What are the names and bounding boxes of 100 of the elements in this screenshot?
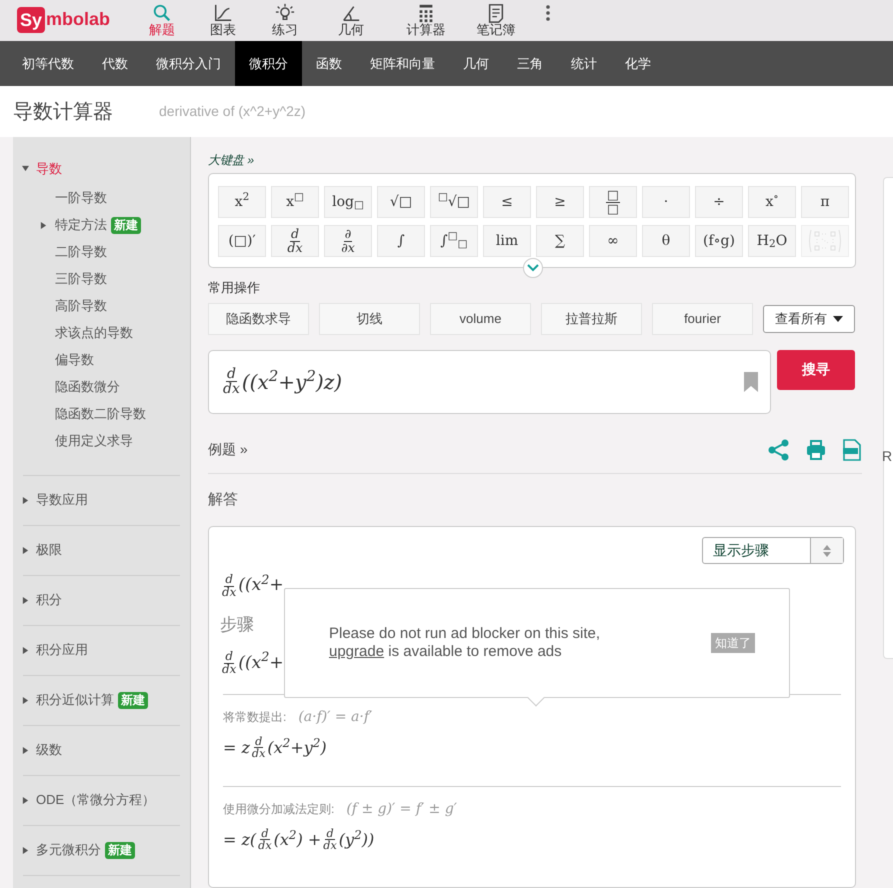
subject-tab[interactable]: 微积分 — [235, 41, 302, 86]
subject-tab[interactable]: 统计 — [557, 41, 611, 86]
subject-tab[interactable]: 函数 — [302, 41, 356, 86]
keyboard-key[interactable]: x$^{∘}$ — [748, 186, 796, 218]
keyboard-key[interactable]: ≥ — [536, 186, 584, 218]
keyboard-key[interactable]: ∑ — [536, 225, 584, 257]
pdf-file-icon[interactable] — [842, 438, 862, 460]
keyboard-key[interactable]: (□)′ — [218, 225, 266, 257]
panel-text: R — [882, 447, 892, 466]
keyboard-key[interactable]: (f∘g) — [695, 225, 743, 257]
lightbulb-icon — [275, 3, 296, 23]
keyboard-key[interactable]: θ — [642, 225, 690, 257]
sidebar-item[interactable]: 导数应用 — [36, 490, 88, 510]
nav-tab[interactable]: 练习 — [254, 2, 316, 41]
keyboard-key[interactable]: ∫ — [377, 225, 425, 257]
subject-tab[interactable]: 微积分入门 — [142, 41, 235, 86]
new-badge: 新建 — [105, 842, 135, 858]
keyboard-key[interactable]: ∂ ∂x — [324, 225, 372, 257]
steps-title: 步骤 — [220, 614, 254, 636]
sidebar-subitem[interactable]: 一阶导数 — [55, 188, 107, 208]
nav-tab[interactable]: 几何 — [316, 2, 386, 41]
print-icon[interactable] — [806, 440, 826, 460]
keyboard-key[interactable]: x$^{2}$ — [218, 186, 266, 218]
collapse-chevron-icon[interactable] — [523, 258, 543, 278]
popup-message: Please do not run ad blocker on this site, upgrade is available to remove ads — [329, 625, 600, 661]
sidebar-item[interactable]: ODE（常微分方程） — [36, 790, 156, 810]
subject-tab[interactable]: 矩阵和向量 — [356, 41, 449, 86]
operation-button[interactable]: 拉普拉斯 — [541, 302, 642, 334]
keyboard-key[interactable]: H$_{2}$O — [748, 225, 796, 257]
chart-icon — [213, 3, 234, 23]
sidebar-subitem[interactable]: 三阶导数 — [55, 269, 107, 289]
dropdown-caret-icon — [833, 316, 843, 322]
keyboard-key[interactable]: √□ — [377, 186, 425, 218]
more-menu-icon[interactable] — [546, 5, 550, 21]
sidebar-subitem[interactable]: 隐函数微分 — [55, 377, 120, 397]
sidebar-item[interactable]: 积分应用 — [36, 640, 88, 660]
sidebar-item[interactable]: 积分 — [36, 590, 62, 610]
expand-triangle-icon[interactable] — [22, 846, 29, 854]
page-title: 导数计算器 — [13, 100, 113, 124]
operation-button[interactable]: 切线 — [319, 302, 420, 334]
new-badge: 新建 — [111, 216, 141, 234]
subject-tab[interactable]: 初等代数 — [8, 41, 88, 86]
section-label: 常用操作 — [208, 279, 261, 297]
operation-button[interactable]: volume — [430, 302, 531, 334]
view-all-dropdown[interactable]: 查看所有 — [763, 304, 855, 332]
sidebar-item[interactable]: 多元微积分 — [36, 840, 101, 860]
examples-link[interactable]: 例题 » — [208, 439, 248, 460]
expand-triangle-icon[interactable] — [22, 746, 29, 754]
rule-formula: (f ± g)′ = f′ ± g′ — [346, 800, 457, 818]
sidebar-subitem[interactable]: 使用定义求导 — [55, 431, 133, 451]
sidebar-item[interactable]: 积分近似计算 — [36, 690, 114, 710]
nav-tab[interactable]: 图表 — [192, 2, 254, 41]
keyboard-link[interactable]: 大键盘 » — [208, 151, 856, 169]
sidebar-subitem[interactable]: 求该点的导数 — [55, 323, 133, 343]
keyboard-key[interactable]: · — [642, 186, 690, 218]
keyboard-key[interactable]: π — [801, 186, 849, 218]
rule-formula: (a·f)′ = a·f′ — [298, 708, 372, 726]
operation-button[interactable]: fourier — [652, 302, 753, 334]
expand-triangle-icon[interactable] — [22, 696, 29, 704]
operation-button[interactable]: 隐函数求导 — [208, 302, 309, 334]
keyboard-key[interactable]: □ □ — [589, 186, 637, 218]
sidebar-item[interactable]: 导数 — [36, 159, 62, 178]
sidebar-subitem[interactable]: 特定方法 — [55, 215, 107, 235]
symbolab-logo[interactable]: Sy mbolab — [17, 6, 110, 33]
upgrade-link[interactable]: upgrade — [329, 643, 384, 660]
query-text: derivative of (x^2+y^2z) — [159, 102, 306, 121]
sidebar-subitem[interactable]: 二阶导数 — [55, 242, 107, 262]
new-badge: 新建 — [118, 692, 148, 708]
keyboard-key[interactable]: ÷ — [695, 186, 743, 218]
expand-triangle-icon[interactable] — [22, 496, 29, 504]
sort-arrows-icon — [810, 538, 843, 563]
keyboard-key[interactable]: lim — [483, 225, 531, 257]
sidebar-item[interactable]: 级数 — [36, 740, 62, 760]
search-button[interactable]: 搜寻 — [777, 350, 855, 390]
sidebar-subitem[interactable]: 高阶导数 — [55, 296, 107, 316]
keyboard-key[interactable]: ≤ — [483, 186, 531, 218]
subject-tab[interactable]: 三角 — [503, 41, 557, 86]
steps-dropdown[interactable]: 显示步骤 — [702, 537, 844, 564]
subject-tab[interactable]: 代数 — [88, 41, 142, 86]
sidebar-subitem[interactable]: 偏导数 — [55, 350, 94, 370]
subject-tab[interactable]: 化学 — [611, 41, 665, 86]
expand-triangle-icon[interactable] — [22, 646, 29, 654]
keyboard-key[interactable]: x$^{□}$ — [271, 186, 319, 218]
expand-triangle-icon[interactable] — [22, 546, 29, 554]
keyboard-key[interactable]: ∞ — [589, 225, 637, 257]
keyboard-key[interactable]: d dx — [271, 225, 319, 257]
keyboard-key[interactable]: $^{□}$√□ — [430, 186, 478, 218]
expand-triangle-icon[interactable] — [22, 596, 29, 604]
search-icon — [152, 3, 172, 23]
expand-triangle-icon[interactable] — [22, 796, 29, 804]
sidebar-subitem[interactable]: 隐函数二阶导数 — [55, 404, 146, 424]
expand-triangle-icon[interactable] — [22, 165, 29, 172]
nav-tab[interactable]: 笔记簿 — [466, 2, 526, 41]
subject-tab[interactable]: 几何 — [449, 41, 503, 86]
nav-tab[interactable]: 解题 — [132, 2, 192, 41]
share-icon[interactable] — [768, 438, 790, 460]
sidebar-item[interactable]: 极限 — [36, 540, 62, 560]
keyboard-key[interactable]: log$_{□}$ — [324, 186, 372, 218]
section-title: 解答 — [208, 490, 239, 510]
nav-tab[interactable]: 计算器 — [386, 2, 466, 41]
